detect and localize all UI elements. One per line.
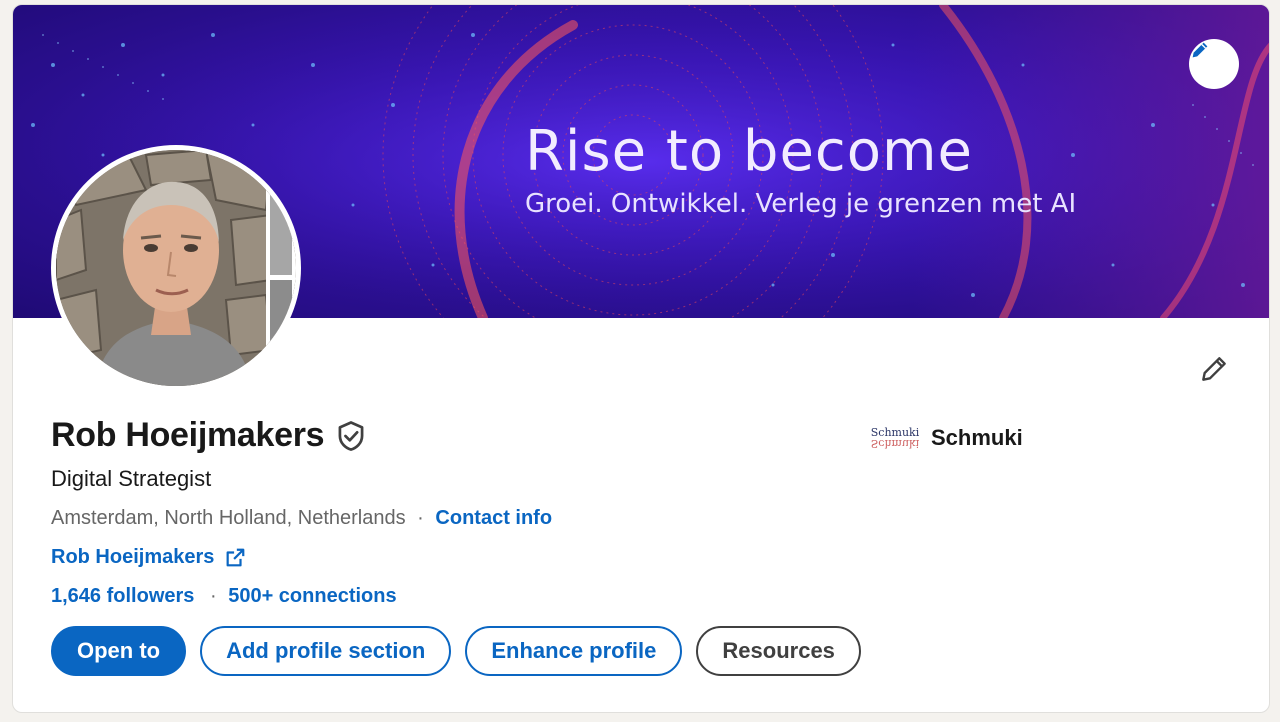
profile-headline: Digital Strategist <box>51 466 212 491</box>
pencil-icon <box>1192 42 1208 58</box>
profile-actions: Open to Add profile section Enhance prof… <box>51 626 861 676</box>
company-logo-reflection: Schmuki <box>870 437 920 450</box>
network-stats: 1,646 followers · 500+ connections <box>51 585 397 608</box>
company-logo: Schmuki Schmuki <box>870 423 920 453</box>
resources-button[interactable]: Resources <box>696 626 861 676</box>
profile-photo[interactable] <box>51 145 301 391</box>
connections-link[interactable]: 500+ connections <box>228 585 396 607</box>
profile-name: Rob Hoeijmakers <box>51 416 325 454</box>
website-row: Rob Hoeijmakers <box>51 546 246 569</box>
edit-intro-button[interactable] <box>1194 349 1234 389</box>
location-separator: · <box>417 507 424 529</box>
location-row: Amsterdam, North Holland, Netherlands · … <box>51 507 552 530</box>
followers-link[interactable]: 1,646 followers <box>51 585 194 607</box>
avatar <box>56 150 296 386</box>
verified-shield-icon[interactable] <box>336 420 366 452</box>
stats-separator: · <box>209 585 217 607</box>
banner-subheadline: Groei. Ontwikkel. Verleg je grenzen met … <box>525 189 1077 219</box>
edit-banner-button[interactable] <box>1189 39 1239 89</box>
add-profile-section-button[interactable]: Add profile section <box>200 626 452 676</box>
pencil-icon <box>1202 357 1226 381</box>
contact-info-link[interactable]: Contact info <box>435 507 552 529</box>
open-to-button[interactable]: Open to <box>51 626 187 676</box>
website-link[interactable]: Rob Hoeijmakers <box>51 546 214 569</box>
profile-card: Rise to become Groei. Ontwikkel. Verleg … <box>12 4 1270 713</box>
banner-headline: Rise to become <box>525 119 973 184</box>
name-row: Rob Hoeijmakers <box>51 416 366 455</box>
profile-location: Amsterdam, North Holland, Netherlands <box>51 507 406 529</box>
company-name: Schmuki <box>931 425 1023 450</box>
external-link-icon[interactable] <box>224 547 246 569</box>
current-company[interactable]: Schmuki Schmuki Schmuki <box>870 423 1023 453</box>
enhance-profile-button[interactable]: Enhance profile <box>465 626 683 676</box>
